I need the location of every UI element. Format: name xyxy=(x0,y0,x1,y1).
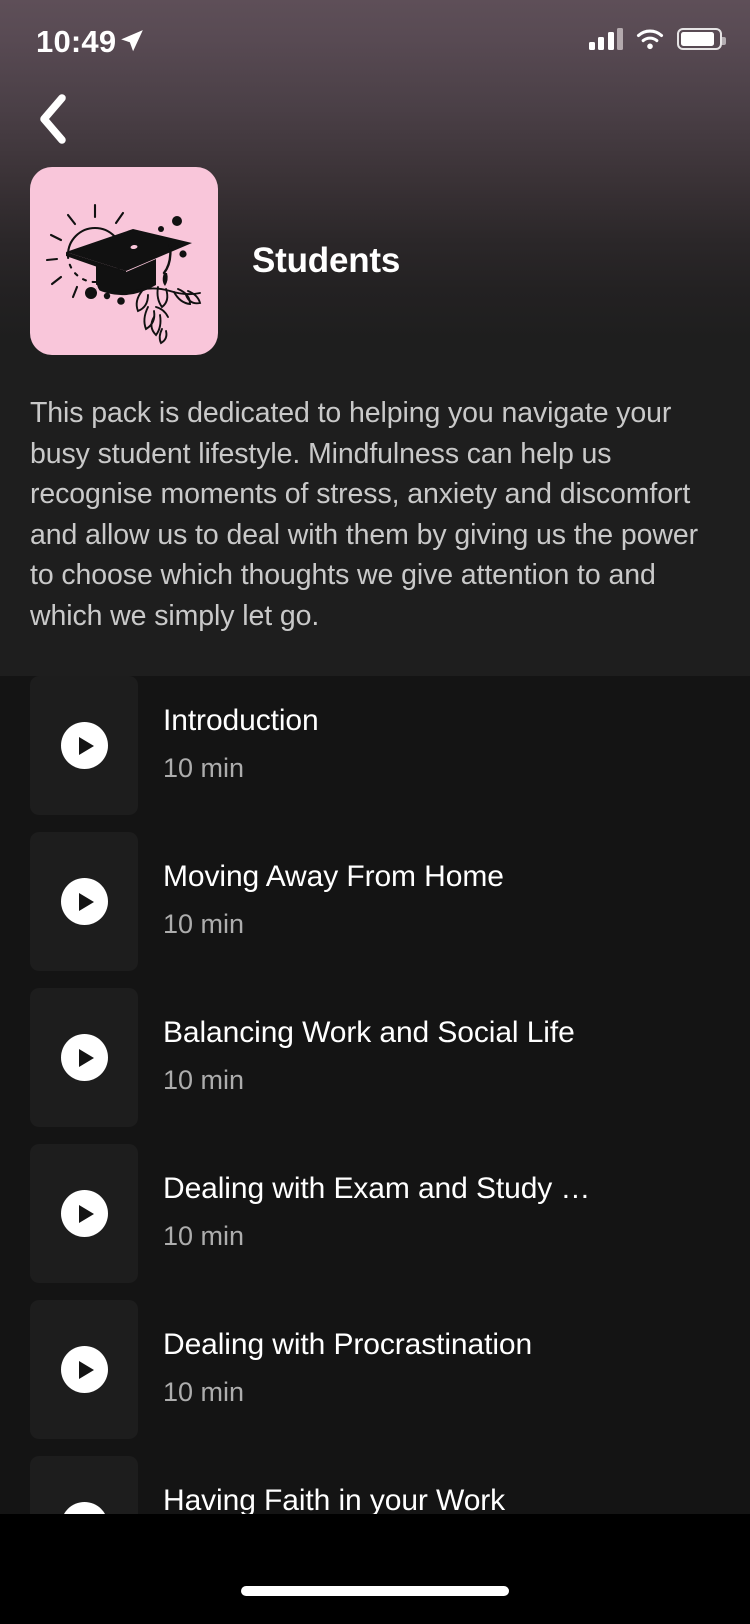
app-screen: 10:49 Students This pack is dedicated to… xyxy=(0,0,750,1624)
wifi-icon xyxy=(636,29,664,50)
battery-icon xyxy=(677,28,726,50)
pack-description: This pack is dedicated to helping you na… xyxy=(30,397,698,632)
session-title: Introduction xyxy=(163,704,319,737)
session-info: Dealing with Exam and Study … 10 min xyxy=(163,1172,683,1252)
list-item[interactable]: Balancing Work and Social Life 10 min xyxy=(0,988,750,1127)
play-button[interactable] xyxy=(30,1300,138,1439)
cellular-bars-icon xyxy=(588,28,623,50)
play-icon xyxy=(60,722,108,769)
session-info: Introduction 10 min xyxy=(163,704,683,784)
session-info: Balancing Work and Social Life 10 min xyxy=(163,1016,683,1096)
session-title: Dealing with Exam and Study … xyxy=(163,1172,591,1205)
session-duration: 10 min xyxy=(163,909,245,939)
session-info: Having Faith in your Work 10 min xyxy=(163,1484,683,1514)
status-bar: 10:49 xyxy=(0,0,750,80)
play-button[interactable] xyxy=(30,1456,138,1514)
session-info: Moving Away From Home 10 min xyxy=(163,860,683,940)
pack-header: Students xyxy=(30,167,400,355)
session-info: Dealing with Procrastination 10 min xyxy=(163,1328,683,1408)
status-bar-indicators xyxy=(588,28,726,50)
session-title: Balancing Work and Social Life xyxy=(163,1016,575,1049)
play-button[interactable] xyxy=(30,676,138,815)
play-icon xyxy=(60,878,108,925)
list-item[interactable]: Introduction 10 min xyxy=(0,676,750,815)
graduation-cap-illustration xyxy=(45,203,202,345)
play-icon xyxy=(60,1190,108,1237)
page-title: Students xyxy=(252,241,401,280)
play-icon xyxy=(60,1034,108,1081)
list-item[interactable]: Dealing with Procrastination 10 min xyxy=(0,1300,750,1439)
list-item[interactable]: Moving Away From Home 10 min xyxy=(0,832,750,971)
play-button[interactable] xyxy=(30,988,138,1127)
status-bar-time: 10:49 xyxy=(36,24,117,59)
session-title: Dealing with Procrastination xyxy=(163,1328,533,1361)
session-duration: 10 min xyxy=(163,1377,245,1407)
session-title: Having Faith in your Work xyxy=(163,1484,506,1514)
play-icon xyxy=(60,1502,108,1514)
session-list[interactable]: Introduction 10 min Moving Away From Hom… xyxy=(0,676,750,1514)
session-duration: 10 min xyxy=(163,753,245,783)
chevron-left-icon xyxy=(40,94,66,144)
play-button[interactable] xyxy=(30,1144,138,1283)
bottom-safe-area xyxy=(0,1514,750,1624)
list-item[interactable]: Having Faith in your Work 10 min xyxy=(0,1456,750,1514)
home-indicator[interactable] xyxy=(241,1586,509,1596)
play-icon xyxy=(60,1346,108,1393)
session-duration: 10 min xyxy=(163,1065,245,1095)
session-duration: 10 min xyxy=(163,1221,245,1251)
back-button[interactable] xyxy=(22,88,84,150)
play-button[interactable] xyxy=(30,832,138,971)
list-item[interactable]: Dealing with Exam and Study … 10 min xyxy=(0,1144,750,1283)
pack-thumbnail xyxy=(30,167,218,355)
location-arrow-icon xyxy=(121,30,143,52)
session-title: Moving Away From Home xyxy=(163,860,504,893)
